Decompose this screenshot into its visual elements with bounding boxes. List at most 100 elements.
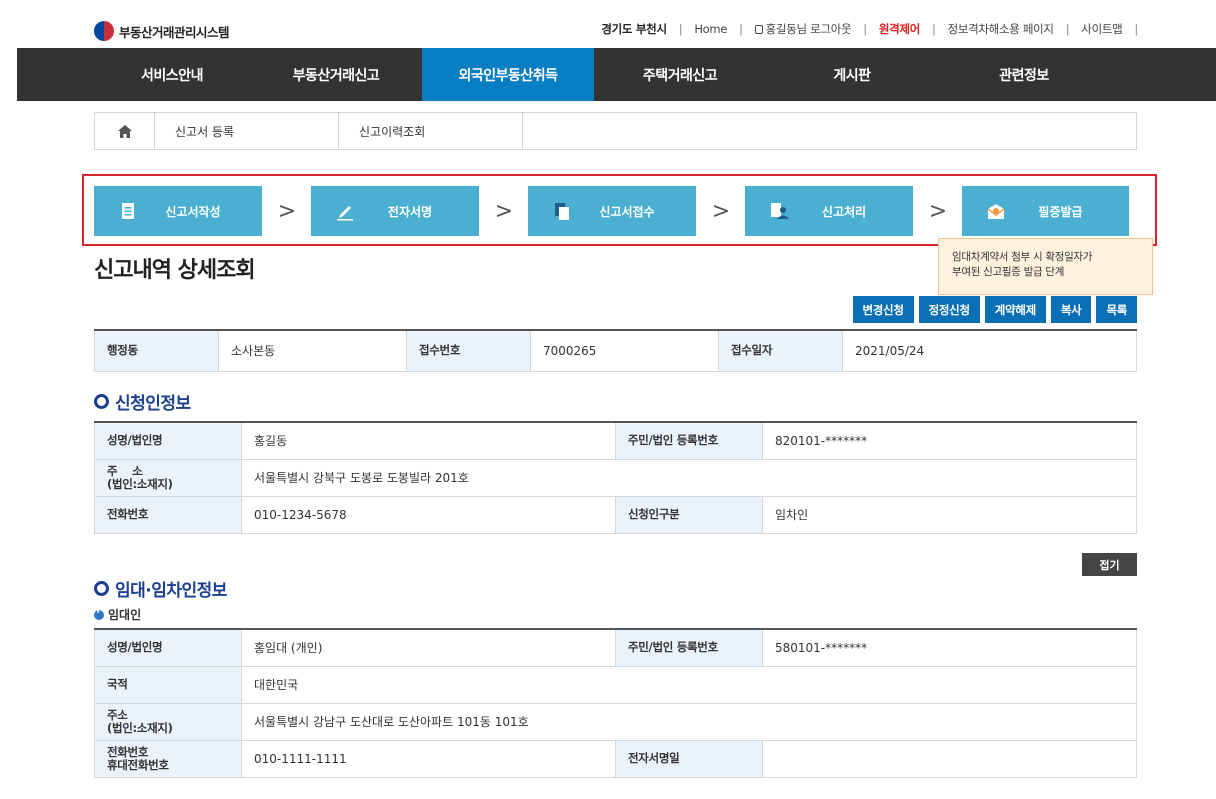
phone-label-line: 휴대전화번호 (107, 757, 169, 772)
circle-bullet-icon (94, 581, 109, 596)
tooltip-line: 임대차계약서 첨부 시 확정일자가 (952, 251, 1093, 263)
address-value: 서울특별시 강북구 도봉로 도봉빌라 201호 (241, 458, 1137, 497)
divider: | (1065, 22, 1070, 36)
section-title-text: 임대·임차인정보 (115, 581, 227, 601)
name-label: 성명/법인명 (94, 628, 242, 667)
home-icon (117, 124, 132, 138)
site-logo[interactable]: 부동산거래관리시스템 (94, 20, 230, 42)
action-buttons: 변경신청 정정신청 계약해제 복사 목록 (852, 296, 1137, 323)
home-link[interactable]: Home (694, 22, 727, 36)
address-label-line: (법인:소재지) (107, 476, 173, 491)
esign-date-value (762, 739, 1137, 778)
nationality-value: 대한민국 (241, 665, 1137, 704)
address-label-line: 주 소 (107, 463, 143, 478)
page-title: 신고내역 상세조회 (94, 258, 256, 283)
phone-label: 전화번호 휴대전화번호 (94, 739, 242, 778)
sitemap-link[interactable]: 사이트맵 (1081, 21, 1122, 37)
gnb-foreigner-acquisition[interactable]: 외국인부동산취득 (422, 48, 594, 101)
fold-button[interactable]: 접기 (1082, 553, 1137, 576)
address-value: 서울특별시 강남구 도산대로 도산아파트 101동 101호 (241, 702, 1137, 741)
bullet-arrow-icon (94, 606, 104, 620)
gnb-real-estate-report[interactable]: 부동산거래신고 (250, 48, 422, 101)
circle-bullet-icon (94, 394, 109, 409)
address-label-line: 주소 (107, 707, 128, 722)
dong-value: 소사본동 (218, 329, 407, 372)
list-button[interactable]: 목록 (1096, 296, 1137, 323)
tab-report-history[interactable]: 신고이력조회 (339, 113, 523, 149)
main-navigation: 서비스안내 부동산거래신고 외국인부동산취득 주택거래신고 게시판 관련정보 (17, 48, 1216, 101)
tooltip-line: 부여된 신고필증 발급 단계 (952, 266, 1065, 278)
gnb-board[interactable]: 게시판 (766, 48, 938, 101)
top-bar: 부동산거래관리시스템 경기도 부천시 | Home | 홍길동님 로그아웃 | … (0, 0, 1216, 48)
nationality-label: 국적 (94, 665, 242, 704)
step-esign: 전자서명 (311, 186, 479, 236)
applicant-type-label: 신청인구분 (615, 495, 763, 534)
id-label: 주민/법인 등록번호 (615, 421, 763, 460)
receipt-date-label: 접수일자 (718, 329, 843, 372)
id-label: 주민/법인 등록번호 (615, 628, 763, 667)
applicant-table: 성명/법인명 홍길동 주민/법인 등록번호 820101-******* 주 소… (94, 421, 1137, 534)
name-label: 성명/법인명 (94, 421, 242, 460)
logout-label: 홍길동님 로그아웃 (765, 22, 852, 36)
chevron-right-icon: > (277, 199, 297, 224)
id-value: 820101-******* (762, 421, 1137, 460)
accessibility-page-link[interactable]: 정보격차해소용 페이지 (948, 21, 1054, 37)
home-tab[interactable] (95, 113, 155, 149)
step-tooltip: 임대차계약서 첨부 시 확정일자가 부여된 신고필증 발급 단계 (938, 238, 1153, 295)
dong-label: 행정동 (94, 329, 219, 372)
logout-link[interactable]: 홍길동님 로그아웃 (754, 21, 852, 37)
step-label: 신고서접수 (599, 204, 655, 219)
contract-cancel-button[interactable]: 계약해제 (984, 296, 1046, 323)
step-label: 신고처리 (821, 204, 867, 219)
name-value: 홍길동 (241, 421, 616, 460)
lessor-subtitle: 임대인 (94, 606, 141, 623)
address-label-line: (법인:소재지) (107, 720, 173, 735)
gnb-related-info[interactable]: 관련정보 (938, 48, 1110, 101)
phone-value: 010-1234-5678 (241, 495, 616, 534)
utility-menu: 경기도 부천시 | Home | 홍길동님 로그아웃 | 원격제어 | 정보격차… (601, 21, 1138, 37)
esign-date-label: 전자서명일 (615, 739, 763, 778)
name-value: 홍임대 (개인) (241, 628, 616, 667)
applicant-type-value: 임차인 (762, 495, 1137, 534)
step-receipt: 신고서접수 (528, 186, 696, 236)
sub-tabs: 신고서 등록 신고이력조회 (94, 112, 1137, 150)
step-write: 신고서작성 (94, 186, 262, 236)
lock-icon (754, 25, 763, 34)
tab-report-register[interactable]: 신고서 등록 (155, 113, 339, 149)
address-label: 주 소 (법인:소재지) (94, 458, 242, 497)
receipt-no-label: 접수번호 (406, 329, 531, 372)
chevron-right-icon: > (494, 199, 514, 224)
divider: | (678, 22, 683, 36)
receipt-date-value: 2021/05/24 (842, 329, 1137, 372)
summary-table: 행정동 소사본동 접수번호 7000265 접수일자 2021/05/24 (94, 329, 1137, 372)
change-request-button[interactable]: 변경신청 (852, 296, 914, 323)
logo-text: 부동산거래관리시스템 (119, 24, 230, 40)
receipt-no-value: 7000265 (530, 329, 719, 372)
divider: | (739, 22, 743, 36)
step-label: 신고서작성 (165, 204, 221, 219)
phone-label: 전화번호 (94, 495, 242, 534)
lessor-table: 성명/법인명 홍임대 (개인) 주민/법인 등록번호 580101-******… (94, 628, 1137, 778)
correction-request-button[interactable]: 정정신청 (918, 296, 980, 323)
step-process: 신고처리 (745, 186, 913, 236)
divider: | (1134, 22, 1138, 36)
lease-section-title: 임대·임차인정보 (94, 576, 227, 601)
id-value: 580101-******* (762, 628, 1137, 667)
copy-button[interactable]: 복사 (1050, 296, 1092, 323)
applicant-section-title: 신청인정보 (94, 389, 191, 414)
subtitle-text: 임대인 (108, 608, 142, 622)
address-label: 주소 (법인:소재지) (94, 702, 242, 741)
step-label: 필증발급 (1038, 204, 1083, 219)
phone-value: 010-1111-1111 (241, 739, 616, 778)
region-label: 경기도 부천시 (601, 22, 667, 36)
step-certificate: 필증발급 (962, 186, 1129, 236)
gnb-housing-report[interactable]: 주택거래신고 (594, 48, 766, 101)
phone-label-line: 전화번호 (107, 744, 149, 759)
remote-control-link[interactable]: 원격제어 (879, 21, 920, 37)
gnb-service-info[interactable]: 서비스안내 (94, 48, 250, 101)
step-label: 전자서명 (387, 204, 433, 219)
divider: | (863, 22, 867, 36)
chevron-right-icon: > (928, 199, 948, 224)
divider: | (931, 22, 936, 36)
section-title-text: 신청인정보 (115, 394, 191, 414)
